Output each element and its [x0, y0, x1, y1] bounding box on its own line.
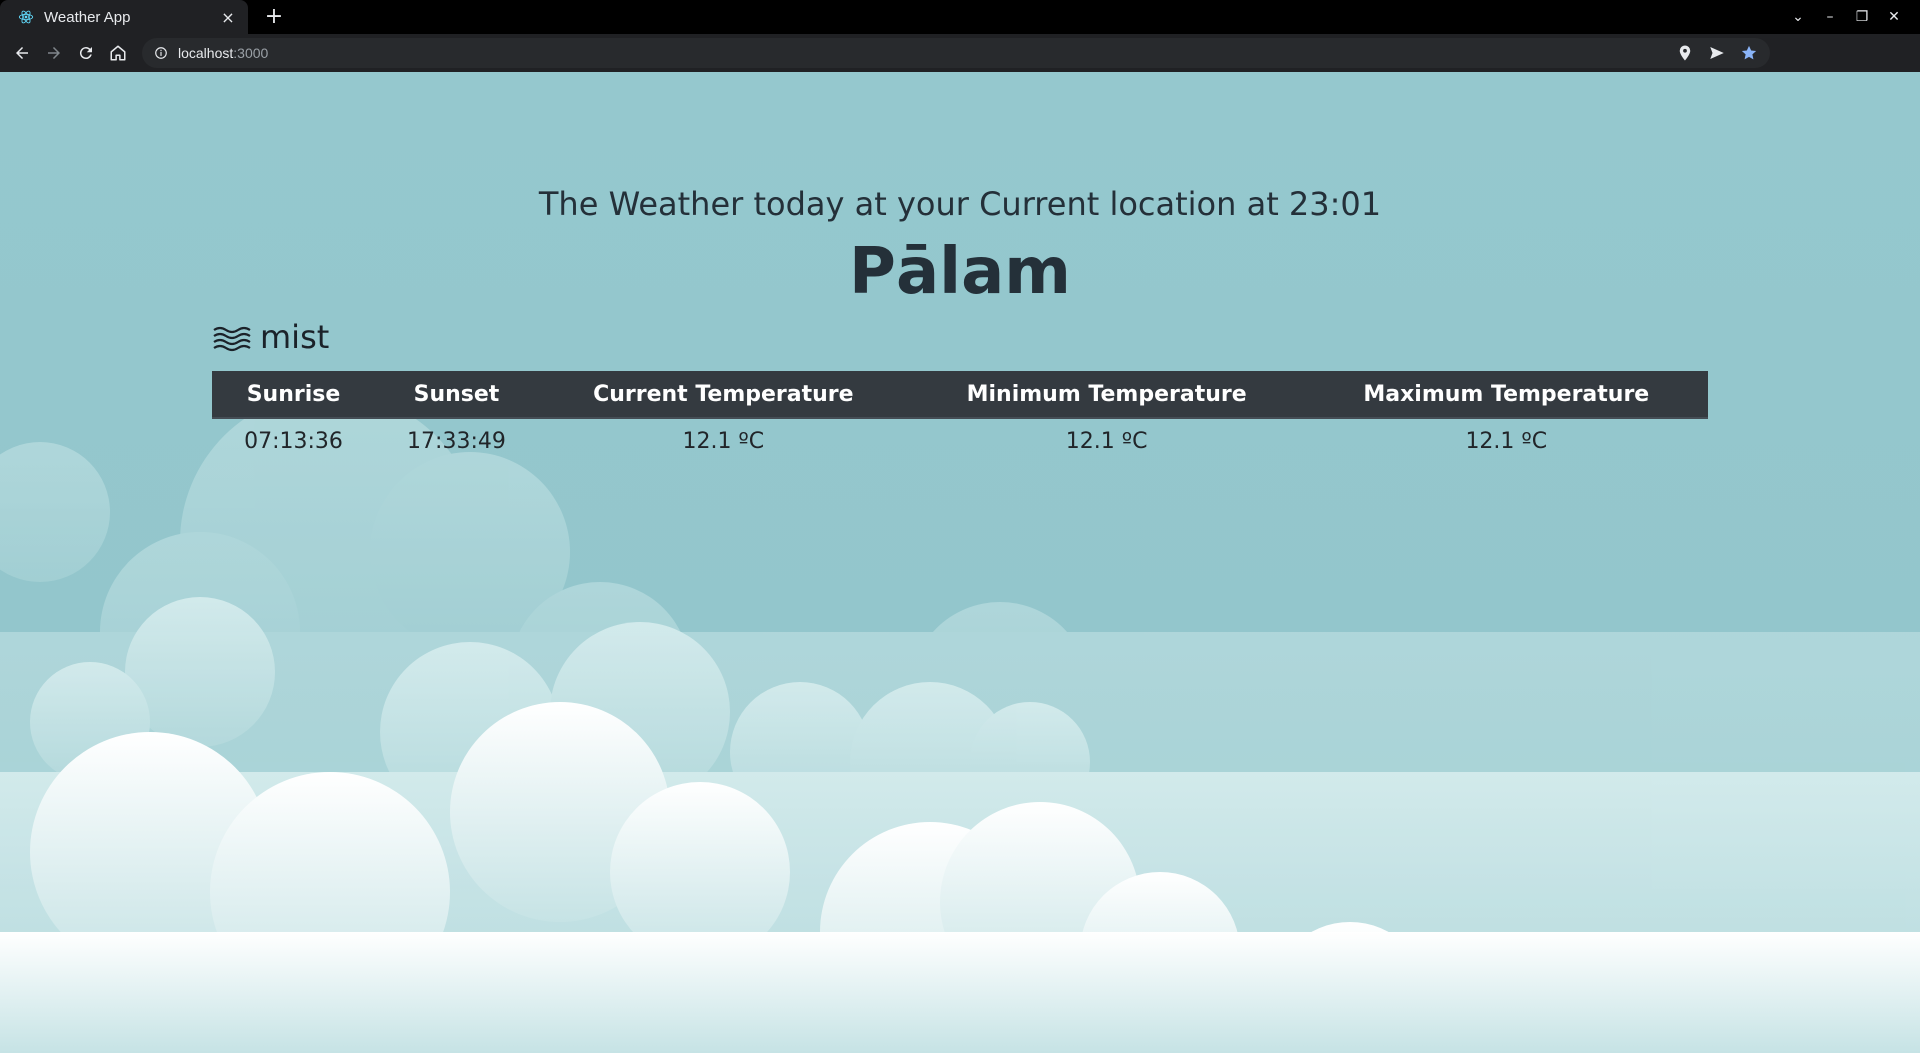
tab-search-icon[interactable]: ⌄ [1782, 9, 1814, 25]
city-name: Pālam [849, 235, 1071, 309]
min-temp-header: Minimum Temperature [908, 371, 1305, 419]
max-temp-header: Maximum Temperature [1304, 371, 1708, 419]
mist-icon [213, 326, 251, 352]
min-temp-value: 12.1 ºC [1065, 429, 1148, 454]
restore-icon[interactable]: ❐ [1846, 9, 1878, 25]
close-window-icon[interactable]: ✕ [1878, 9, 1910, 25]
weather-condition: mist [212, 317, 329, 357]
back-arrow-icon [16, 47, 28, 59]
send-icon[interactable] [1708, 44, 1726, 62]
sunset-value: 17:33:49 [407, 429, 506, 454]
current-temp-header: Current Temperature [537, 371, 909, 419]
url-port: :3000 [233, 45, 269, 61]
current-temp-value: 12.1 ºC [682, 429, 765, 454]
address-bar[interactable]: localhost:3000 [142, 38, 1770, 68]
bookmark-star-icon[interactable] [1740, 44, 1758, 62]
new-tab-button[interactable]: + [262, 4, 286, 30]
location-pin-icon[interactable] [1676, 44, 1694, 62]
max-temp-value: 12.1 ºC [1465, 429, 1548, 454]
window-controls: ⌄ – ❐ ✕ [1782, 0, 1910, 34]
headline: The Weather today at your Current locati… [538, 185, 1382, 223]
weather-table: Sunrise Sunset Current Temperature Minim… [212, 371, 1708, 464]
sunrise-header: Sunrise [212, 371, 375, 419]
weather-page: The Weather today at your Current locati… [0, 72, 1920, 1053]
site-info-icon[interactable] [154, 46, 168, 60]
tab-close-icon[interactable]: × [218, 8, 238, 27]
url-text: localhost:3000 [178, 45, 268, 61]
back-button[interactable] [6, 37, 38, 69]
reload-icon [79, 47, 92, 60]
home-button[interactable] [102, 37, 134, 69]
omnibox-actions [1676, 38, 1758, 68]
table-header-row: Sunrise Sunset Current Temperature Minim… [212, 371, 1708, 419]
url-host: localhost [178, 45, 234, 61]
forward-button[interactable] [38, 37, 70, 69]
minimize-icon[interactable]: – [1814, 9, 1846, 25]
condition-label: mist [260, 318, 330, 356]
browser-toolbar: localhost:3000 P [0, 34, 1920, 98]
tab-strip: Weather App × + ⌄ – ❐ ✕ [0, 0, 1920, 34]
react-logo-icon [18, 10, 34, 24]
browser-tab[interactable]: Weather App × [0, 0, 248, 34]
sunrise-value: 07:13:36 [244, 429, 343, 454]
table-row: 07:13:36 17:33:49 12.1 ºC 12.1 ºC 12.1 º… [212, 418, 1708, 464]
forward-arrow-icon [48, 47, 60, 59]
reload-button[interactable] [70, 37, 102, 69]
home-icon [110, 45, 126, 61]
tab-title: Weather App [44, 8, 131, 26]
sunset-header: Sunset [374, 371, 538, 419]
